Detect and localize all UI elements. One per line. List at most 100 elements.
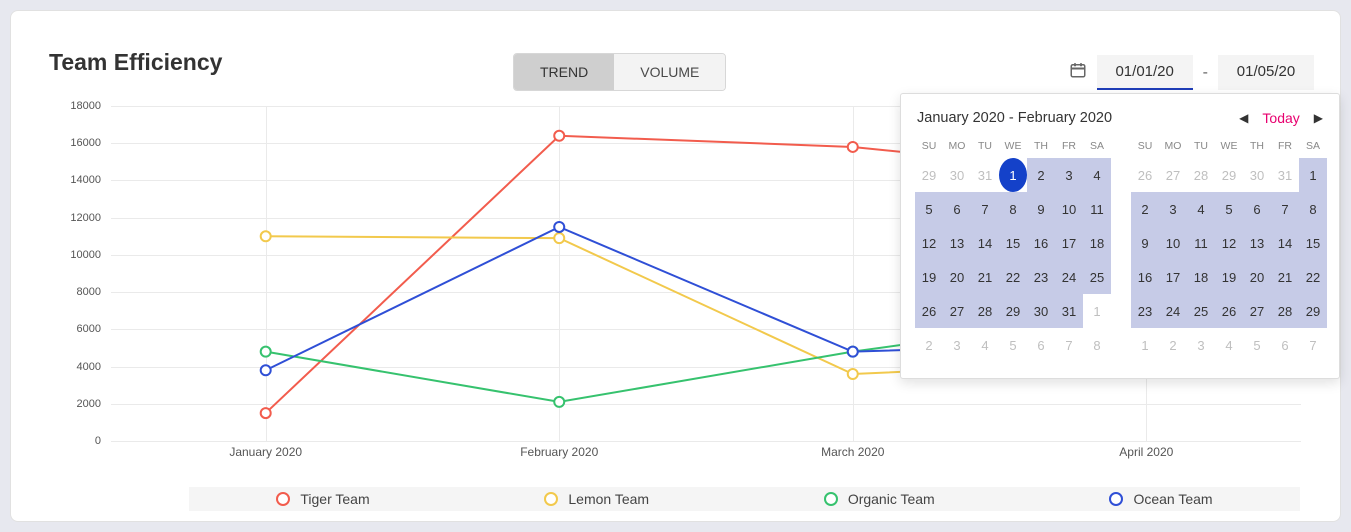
calendar-day[interactable]: 9 [1027, 192, 1055, 226]
calendar-day: 31 [1271, 158, 1299, 192]
calendar-day[interactable]: 27 [1243, 294, 1271, 328]
calendar-day: 8 [1083, 328, 1111, 362]
calendar-day[interactable]: 3 [1055, 158, 1083, 192]
tab-trend[interactable]: TREND [514, 54, 614, 90]
tab-volume[interactable]: VOLUME [614, 54, 725, 90]
calendar-day[interactable]: 23 [1027, 260, 1055, 294]
calendar-day[interactable]: 21 [971, 260, 999, 294]
legend-item-tiger[interactable]: Tiger Team [276, 491, 369, 507]
calendar-day[interactable]: 18 [1083, 226, 1111, 260]
calendar-day[interactable]: 30 [1027, 294, 1055, 328]
data-point[interactable] [554, 397, 564, 407]
calendar-day[interactable]: 13 [943, 226, 971, 260]
calendar-day[interactable]: 28 [971, 294, 999, 328]
calendar-day[interactable]: 15 [999, 226, 1027, 260]
calendar-day: 31 [971, 158, 999, 192]
calendar-day[interactable]: 10 [1055, 192, 1083, 226]
data-point[interactable] [554, 131, 564, 141]
calendar-day[interactable]: 5 [915, 192, 943, 226]
calendar-day[interactable]: 8 [1299, 192, 1327, 226]
calendar-day[interactable]: 25 [1083, 260, 1111, 294]
data-point[interactable] [554, 222, 564, 232]
calendar-prev-icon[interactable]: ◀ [1239, 111, 1248, 125]
calendar-day[interactable]: 20 [943, 260, 971, 294]
legend-label: Organic Team [848, 491, 935, 507]
calendar-day[interactable]: 22 [1299, 260, 1327, 294]
data-point[interactable] [848, 369, 858, 379]
calendar-day[interactable]: 28 [1271, 294, 1299, 328]
calendar-day[interactable]: 8 [999, 192, 1027, 226]
calendar-day[interactable]: 12 [915, 226, 943, 260]
calendar-day: 2 [1159, 328, 1187, 362]
calendar-day[interactable]: 31 [1055, 294, 1083, 328]
calendar-dow: FR [1055, 136, 1083, 158]
calendar-day[interactable]: 23 [1131, 294, 1159, 328]
calendar-day[interactable]: 21 [1271, 260, 1299, 294]
calendar-icon[interactable] [1069, 61, 1087, 84]
calendar-day[interactable]: 4 [1083, 158, 1111, 192]
data-point[interactable] [261, 231, 271, 241]
data-point[interactable] [554, 233, 564, 243]
date-start-input[interactable] [1097, 55, 1193, 90]
calendar-day[interactable]: 25 [1187, 294, 1215, 328]
calendar-day[interactable]: 6 [1243, 192, 1271, 226]
calendar-day[interactable]: 17 [1055, 226, 1083, 260]
calendar-day[interactable]: 6 [943, 192, 971, 226]
calendar-day[interactable]: 22 [999, 260, 1027, 294]
calendar-day[interactable]: 27 [943, 294, 971, 328]
date-end-input[interactable] [1218, 55, 1314, 90]
data-point[interactable] [848, 142, 858, 152]
calendar-day[interactable]: 16 [1131, 260, 1159, 294]
calendar-day[interactable]: 1 [999, 158, 1027, 192]
calendar-day[interactable]: 17 [1159, 260, 1187, 294]
data-point[interactable] [848, 347, 858, 357]
calendar-day[interactable]: 29 [999, 294, 1027, 328]
calendar-today-link[interactable]: Today [1262, 110, 1299, 126]
calendar-day[interactable]: 2 [1131, 192, 1159, 226]
x-tick-label: March 2020 [821, 445, 884, 459]
calendar-day[interactable]: 13 [1243, 226, 1271, 260]
calendar-day[interactable]: 19 [1215, 260, 1243, 294]
legend-item-lemon[interactable]: Lemon Team [544, 491, 649, 507]
calendar-day[interactable]: 4 [1187, 192, 1215, 226]
calendar-day[interactable]: 14 [1271, 226, 1299, 260]
calendar-day[interactable]: 9 [1131, 226, 1159, 260]
calendar-day: 28 [1187, 158, 1215, 192]
data-point[interactable] [261, 408, 271, 418]
data-point[interactable] [261, 347, 271, 357]
calendar-day[interactable]: 12 [1215, 226, 1243, 260]
calendar-day[interactable]: 20 [1243, 260, 1271, 294]
legend-item-organic[interactable]: Organic Team [824, 491, 935, 507]
calendar-day[interactable]: 11 [1187, 226, 1215, 260]
y-tick-label: 14000 [53, 174, 101, 186]
calendar-day[interactable]: 2 [1027, 158, 1055, 192]
calendar-dow: TH [1243, 136, 1271, 158]
y-tick-label: 2000 [53, 398, 101, 410]
calendar-next-icon[interactable]: ▶ [1314, 111, 1323, 125]
calendar-day[interactable]: 24 [1055, 260, 1083, 294]
legend-item-ocean[interactable]: Ocean Team [1109, 491, 1212, 507]
calendar-day[interactable]: 18 [1187, 260, 1215, 294]
calendar-day[interactable]: 19 [915, 260, 943, 294]
calendar-day[interactable]: 26 [915, 294, 943, 328]
calendar-day[interactable]: 15 [1299, 226, 1327, 260]
calendar-day[interactable]: 16 [1027, 226, 1055, 260]
calendar-day[interactable]: 14 [971, 226, 999, 260]
calendar-day[interactable]: 11 [1083, 192, 1111, 226]
calendar-day: 26 [1131, 158, 1159, 192]
calendar-day: 30 [943, 158, 971, 192]
calendar-day[interactable]: 29 [1299, 294, 1327, 328]
calendar-day[interactable]: 24 [1159, 294, 1187, 328]
calendar-day: 2 [915, 328, 943, 362]
calendar-day[interactable]: 1 [1299, 158, 1327, 192]
calendar-day[interactable]: 5 [1215, 192, 1243, 226]
gridline [111, 441, 1301, 442]
data-point[interactable] [261, 365, 271, 375]
calendar-day[interactable]: 26 [1215, 294, 1243, 328]
calendar-day: 3 [943, 328, 971, 362]
y-tick-label: 6000 [53, 323, 101, 335]
calendar-day[interactable]: 7 [971, 192, 999, 226]
calendar-day[interactable]: 7 [1271, 192, 1299, 226]
calendar-day[interactable]: 3 [1159, 192, 1187, 226]
calendar-day[interactable]: 10 [1159, 226, 1187, 260]
